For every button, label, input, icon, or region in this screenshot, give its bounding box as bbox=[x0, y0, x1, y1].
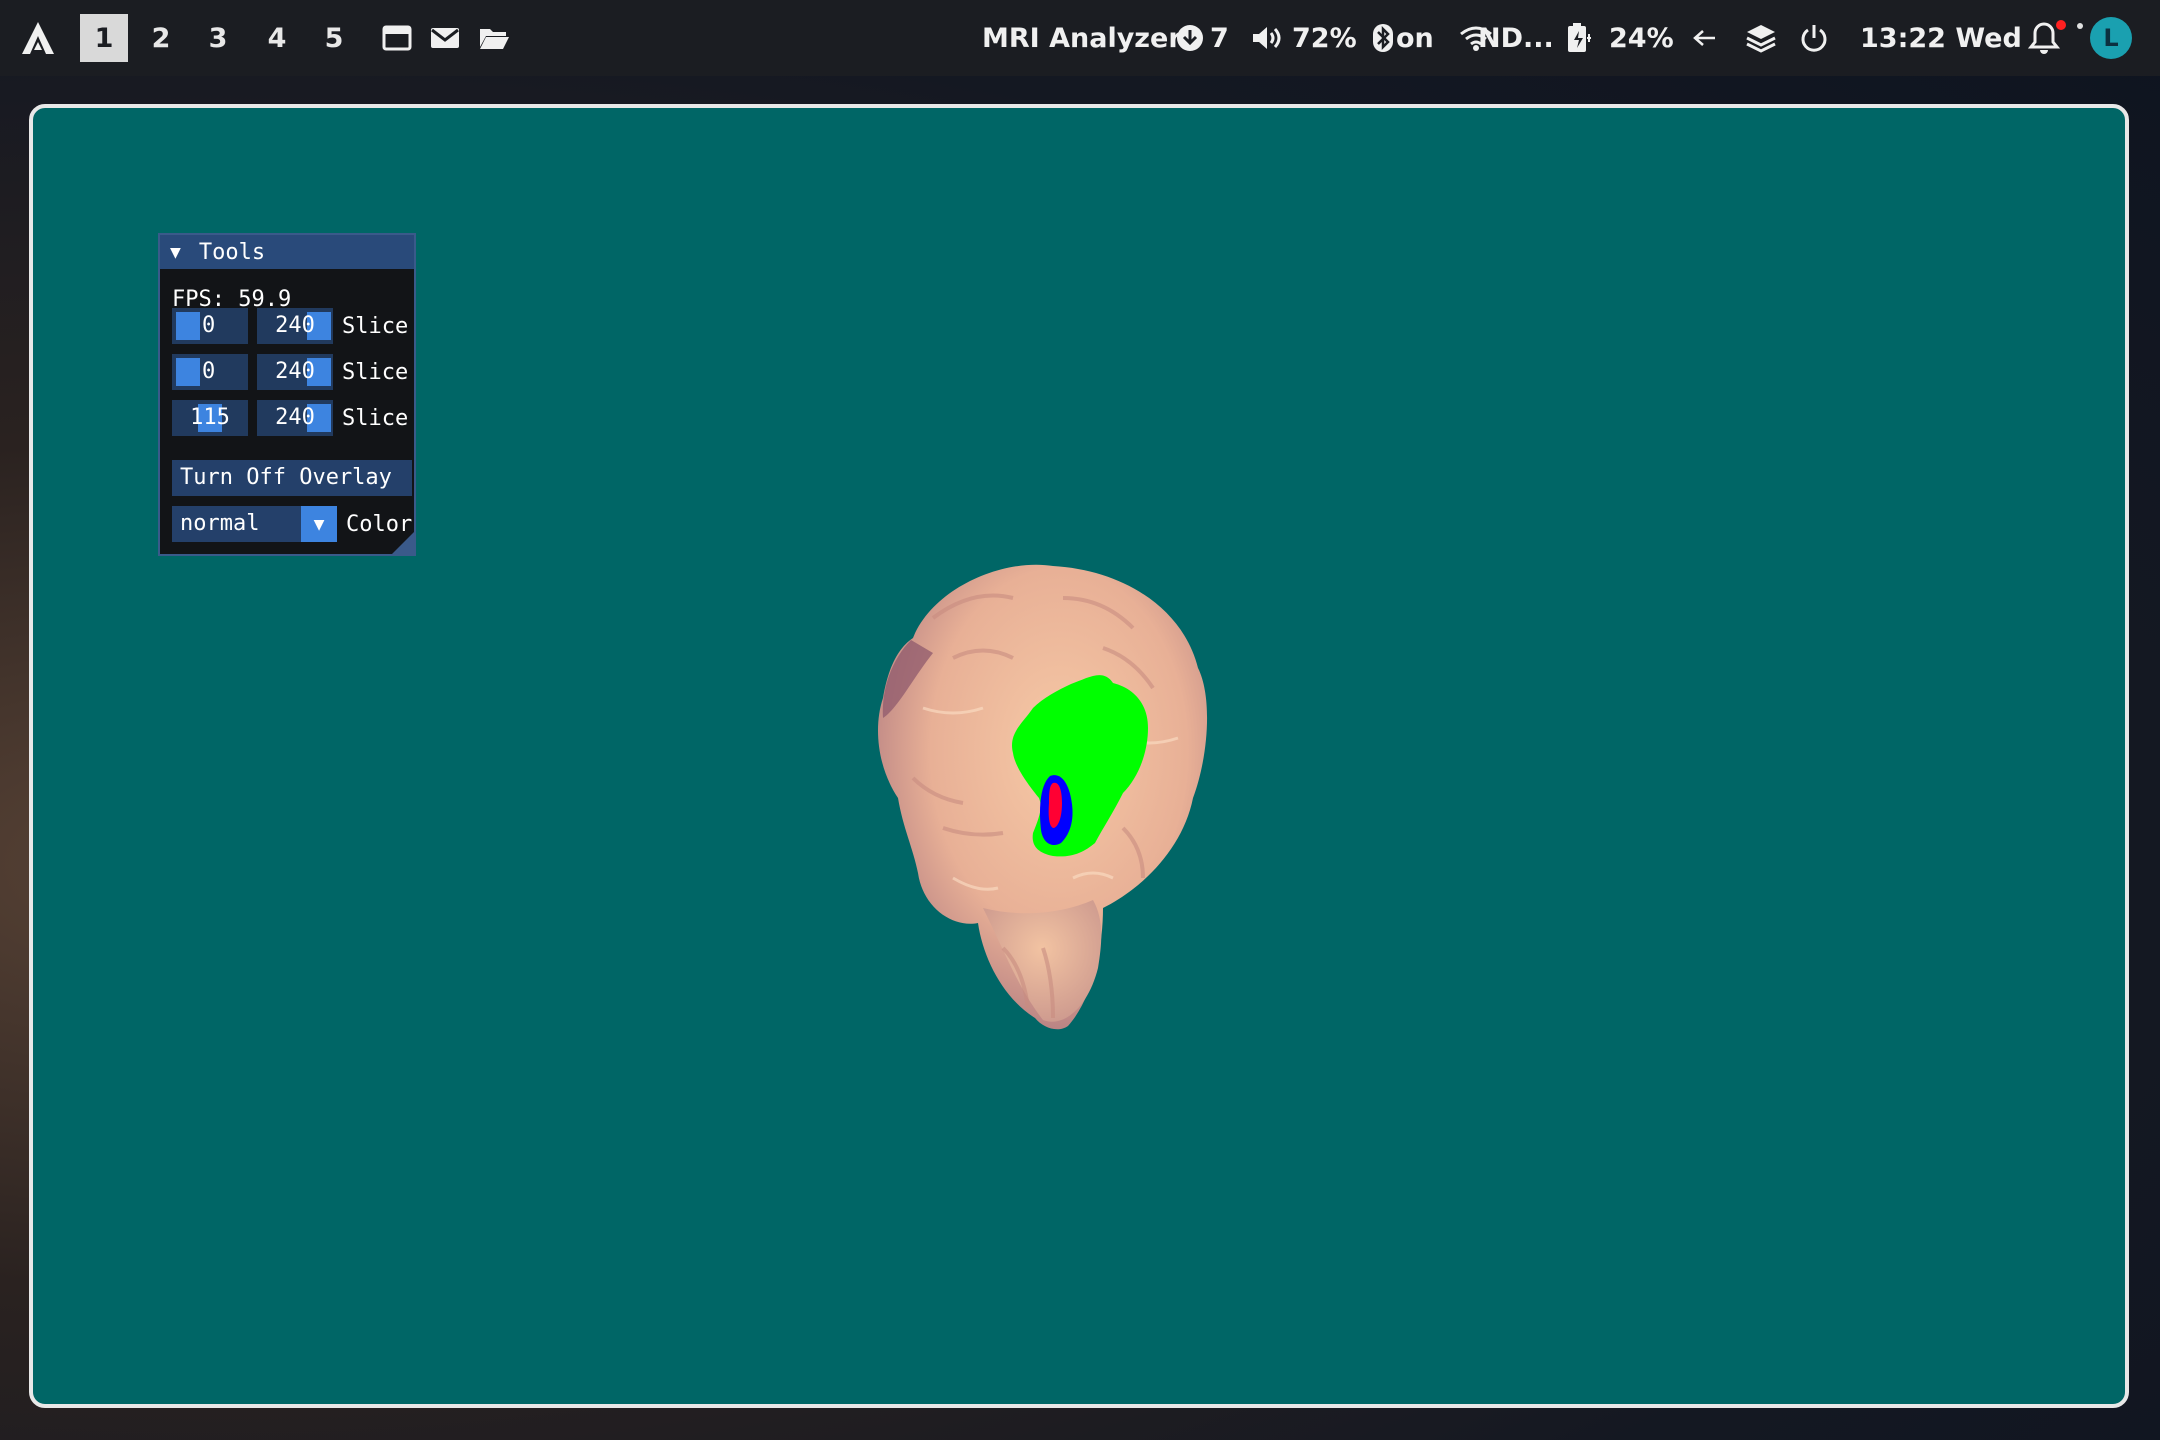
colormap-value: normal bbox=[180, 511, 260, 536]
workspace-5[interactable]: 5 bbox=[310, 14, 358, 62]
slider-value: 240 bbox=[275, 405, 315, 430]
updates-icon[interactable] bbox=[1173, 0, 1207, 76]
avatar[interactable]: L bbox=[2090, 17, 2132, 59]
mail-icon[interactable] bbox=[425, 0, 465, 76]
slice-range-row-z: 115 240 Slice bbox=[172, 400, 408, 436]
battery-charging-icon[interactable] bbox=[1563, 0, 1595, 76]
mri-viewport-window[interactable]: ▼ Tools FPS: 59.9 0 240 Slice 0 240 Slic… bbox=[29, 104, 2129, 1408]
slider-value: 240 bbox=[275, 313, 315, 338]
slice-min-slider-z[interactable]: 115 bbox=[172, 400, 248, 436]
slice-label: Slice bbox=[342, 313, 409, 339]
notification-dot bbox=[2056, 20, 2066, 30]
slice-label: Slice bbox=[342, 359, 409, 385]
updates-count: 7 bbox=[1210, 22, 1229, 54]
slice-max-slider-x[interactable]: 240 bbox=[257, 308, 333, 344]
slider-value: 115 bbox=[190, 405, 230, 430]
slider-value: 0 bbox=[202, 313, 216, 338]
slice-max-slider-y[interactable]: 240 bbox=[257, 354, 333, 390]
notification-bell-icon[interactable] bbox=[2024, 0, 2064, 76]
slice-min-slider-y[interactable]: 0 bbox=[172, 354, 248, 390]
collapse-triangle-icon[interactable]: ▼ bbox=[170, 242, 181, 263]
slider-value: 240 bbox=[275, 359, 315, 384]
volume-level: 72% bbox=[1292, 22, 1357, 54]
slice-range-row-y: 0 240 Slice bbox=[172, 354, 408, 390]
slice-min-slider-x[interactable]: 0 bbox=[172, 308, 248, 344]
panel-resize-grip[interactable] bbox=[392, 532, 414, 554]
layers-icon[interactable] bbox=[1742, 0, 1780, 76]
tools-panel-header[interactable]: ▼ Tools bbox=[160, 235, 414, 269]
window-icon[interactable] bbox=[377, 0, 417, 76]
clock[interactable]: 13:22 Wed bbox=[1860, 0, 2022, 76]
workspace-3[interactable]: 3 bbox=[194, 14, 242, 62]
separator-dot bbox=[2077, 23, 2083, 29]
workspace-1[interactable]: 1 bbox=[80, 14, 128, 62]
colormap-dropdown[interactable]: normal ▼ bbox=[172, 506, 337, 542]
bluetooth-status: on bbox=[1396, 22, 1434, 54]
volume-icon[interactable] bbox=[1250, 0, 1286, 76]
toggle-overlay-button[interactable]: Turn Off Overlay bbox=[172, 460, 412, 496]
battery-level: 24% bbox=[1609, 22, 1674, 54]
colormap-row: normal ▼ Color bbox=[172, 506, 412, 542]
brain-3d-render[interactable] bbox=[803, 528, 1303, 1048]
power-icon[interactable] bbox=[1796, 0, 1832, 76]
dropdown-arrow-icon[interactable]: ▼ bbox=[301, 506, 337, 542]
slice-label: Slice bbox=[342, 405, 409, 431]
workspace-4[interactable]: 4 bbox=[253, 14, 301, 62]
bluetooth-icon[interactable] bbox=[1370, 0, 1396, 76]
workspace-2[interactable]: 2 bbox=[137, 14, 185, 62]
tools-panel-title: Tools bbox=[198, 239, 266, 265]
launcher-logo-icon[interactable] bbox=[18, 0, 62, 76]
slice-range-row-x: 0 240 Slice bbox=[172, 308, 408, 344]
folder-icon[interactable] bbox=[474, 0, 514, 76]
app-title: MRI Analyzer bbox=[982, 22, 1182, 54]
slice-max-slider-z[interactable]: 240 bbox=[257, 400, 333, 436]
tools-panel: ▼ Tools FPS: 59.9 0 240 Slice 0 240 Slic… bbox=[158, 233, 416, 556]
back-arrow-icon[interactable] bbox=[1688, 0, 1722, 76]
top-bar: 1 2 3 4 5 MRI Analyzer 7 72% on ND... 24… bbox=[0, 0, 2160, 76]
network-name: ND... bbox=[1478, 22, 1554, 54]
slider-value: 0 bbox=[202, 359, 216, 384]
